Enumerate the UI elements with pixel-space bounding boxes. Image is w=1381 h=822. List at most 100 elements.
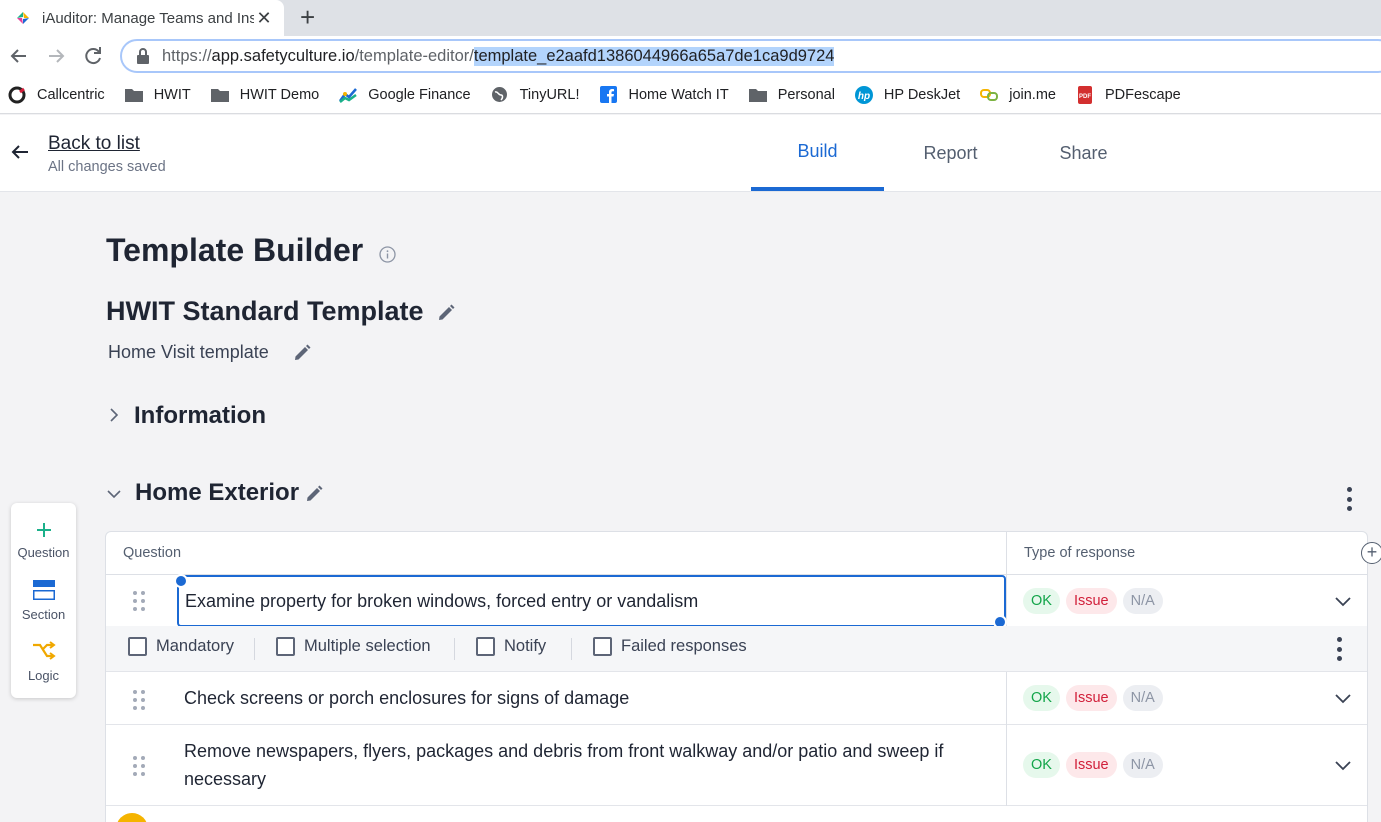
response-issue: Issue [1065, 685, 1117, 711]
response-ok: OK [1023, 588, 1060, 614]
bookmark-hp-deskjet[interactable]: hp HP DeskJet [854, 85, 961, 104]
bookmark-hwit[interactable]: HWIT [124, 86, 191, 103]
column-header-question: Question [123, 545, 182, 561]
folder-icon [210, 87, 229, 103]
bookmark-hwit-demo[interactable]: HWIT Demo [210, 86, 320, 103]
failed-responses-checkbox[interactable]: Failed responses [593, 637, 747, 656]
bookmarks-bar: Callcentric HWIT HWIT Demo Google Financ… [0, 76, 1381, 114]
save-status: All changes saved [48, 159, 166, 175]
question-text[interactable]: Remove newspapers, flyers, packages and … [184, 737, 999, 793]
table-row[interactable]: Check screens or porch enclosures for si… [106, 672, 1367, 725]
tab-build[interactable]: Build [751, 115, 884, 191]
table-row: Examine property for broken windows, for… [106, 574, 1367, 629]
edit-template-name-icon[interactable] [437, 304, 455, 322]
svg-text:PDF: PDF [1079, 94, 1091, 100]
chevron-right-icon[interactable] [106, 407, 122, 423]
bookmark-label: HWIT [153, 86, 191, 103]
close-tab-icon[interactable]: ✕ [254, 8, 274, 29]
option-divider [454, 638, 455, 660]
bookmark-callcentric[interactable]: Callcentric [8, 86, 105, 103]
bookmark-label: Personal [777, 86, 835, 103]
browser-tab-title: iAuditor: Manage Teams and Inspections [42, 9, 254, 27]
url-selected-text: template_e2aafd1386044966a65a7de1ca9d972… [473, 46, 835, 66]
checkbox-box[interactable] [593, 637, 612, 656]
section-home-exterior[interactable]: Home Exterior [135, 479, 299, 507]
bookmark-personal[interactable]: Personal [748, 86, 835, 103]
add-section-button[interactable]: Section [11, 579, 76, 622]
reload-icon[interactable] [80, 42, 106, 70]
hp-icon: hp [854, 85, 873, 104]
drag-handle-icon[interactable] [133, 690, 145, 710]
add-logic-button[interactable]: Logic [11, 640, 76, 683]
mandatory-checkbox[interactable]: Mandatory [128, 637, 234, 656]
iauditor-favicon-icon [17, 12, 29, 24]
bookmark-google-finance[interactable]: Google Finance [339, 86, 471, 103]
question-options-bar: Mandatory Multiple selection Notify Fail… [106, 626, 1367, 672]
bookmark-label: HP DeskJet [883, 86, 961, 103]
add-question-label: Question [17, 545, 70, 560]
response-na: N/A [1122, 752, 1163, 778]
bookmark-label: Google Finance [368, 86, 471, 103]
section-icon [32, 580, 55, 600]
question-more-icon[interactable] [1336, 637, 1342, 661]
resize-handle-start[interactable] [174, 574, 188, 588]
address-bar[interactable]: https://app.safetyculture.io/template-ed… [120, 39, 1381, 73]
section-more-icon[interactable] [1346, 487, 1352, 511]
response-set[interactable]: OK Issue N/A [1023, 588, 1169, 614]
chevron-down-icon[interactable] [1334, 689, 1352, 707]
tab-share[interactable]: Share [1017, 115, 1150, 191]
bookmark-tinyurl[interactable]: TinyURL! [491, 87, 580, 103]
forward-icon[interactable] [43, 42, 69, 70]
table-row[interactable]: Remove newspapers, flyers, packages and … [106, 725, 1367, 806]
chevron-down-icon[interactable] [106, 486, 122, 502]
callcentric-icon [8, 86, 26, 103]
back-arrow-icon[interactable] [10, 142, 30, 162]
drag-handle-icon[interactable] [133, 756, 145, 776]
add-column-icon[interactable]: + [1361, 542, 1381, 564]
checkbox-box[interactable] [476, 637, 495, 656]
drag-handle-icon[interactable] [133, 591, 145, 611]
url-scheme: https:// [162, 46, 212, 65]
add-section-label: Section [21, 607, 66, 622]
plus-icon [36, 523, 51, 537]
bookmark-label: PDFescape [1104, 86, 1181, 103]
editor-tabs: Build Report Share [751, 115, 1150, 191]
new-tab-icon[interactable]: + [300, 3, 315, 31]
browser-tab[interactable]: iAuditor: Manage Teams and Inspections ✕ [0, 0, 284, 36]
bookmark-label: Home Watch IT [628, 86, 729, 103]
response-set[interactable]: OK Issue N/A [1023, 752, 1169, 778]
multiple-selection-checkbox[interactable]: Multiple selection [276, 637, 431, 656]
question-input[interactable]: Examine property for broken windows, for… [177, 575, 1006, 627]
bookmark-pdfescape[interactable]: PDF PDFescape [1076, 85, 1181, 104]
globe-icon [491, 87, 509, 103]
edit-description-icon[interactable] [293, 344, 311, 362]
table-header: Question Type of response [106, 532, 1367, 575]
response-na: N/A [1122, 588, 1163, 614]
checkbox-box[interactable] [276, 637, 295, 656]
template-name[interactable]: HWIT Standard Template [106, 296, 424, 327]
edit-section-icon[interactable] [305, 485, 323, 503]
section-information[interactable]: Information [134, 402, 266, 430]
bookmark-label: HWIT Demo [239, 86, 320, 103]
back-to-list-link[interactable]: Back to list [48, 133, 140, 155]
question-table: Question Type of response Examine proper… [105, 531, 1368, 822]
checkbox-box[interactable] [128, 637, 147, 656]
browser-tab-strip: iAuditor: Manage Teams and Inspections ✕… [0, 0, 1381, 36]
tab-report[interactable]: Report [884, 115, 1017, 191]
bookmark-joinme[interactable]: join.me [980, 87, 1056, 103]
chevron-down-icon[interactable] [1334, 592, 1352, 610]
question-text[interactable]: Check screens or porch enclosures for si… [184, 684, 629, 712]
browser-toolbar: https://app.safetyculture.io/template-ed… [0, 36, 1381, 76]
bookmark-home-watch-it[interactable]: Home Watch IT [600, 86, 729, 103]
add-question-button[interactable]: Question [11, 521, 76, 560]
response-ok: OK [1023, 752, 1060, 778]
template-description[interactable]: Home Visit template [108, 342, 269, 363]
notify-checkbox[interactable]: Notify [476, 637, 546, 656]
back-icon[interactable] [6, 42, 32, 70]
chevron-down-icon[interactable] [1334, 756, 1352, 774]
info-icon[interactable] [379, 246, 396, 263]
logic-icon [32, 641, 56, 660]
bookmark-label: join.me [1009, 86, 1056, 103]
response-ok: OK [1023, 685, 1060, 711]
response-set[interactable]: OK Issue N/A [1023, 685, 1169, 711]
